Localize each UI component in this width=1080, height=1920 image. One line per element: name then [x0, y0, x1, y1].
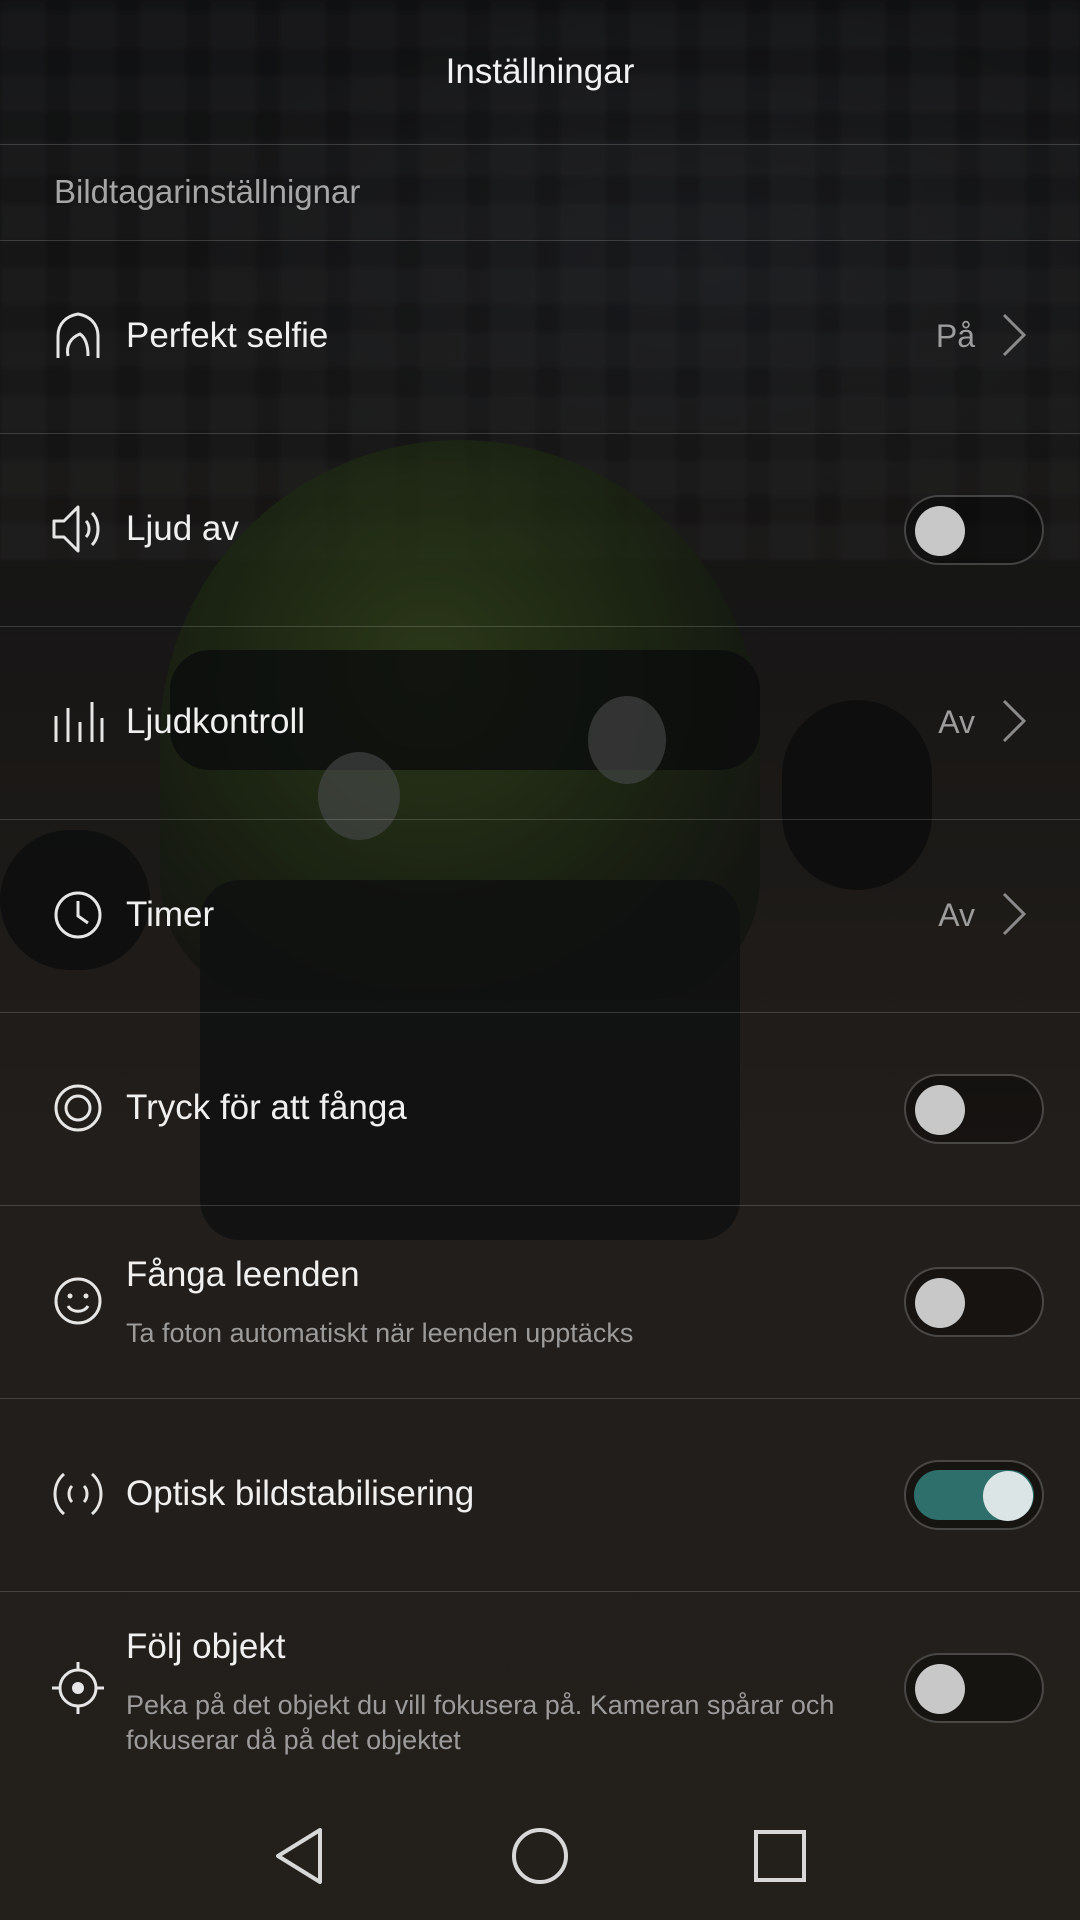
- setting-row-mute[interactable]: Ljud av: [0, 433, 1080, 626]
- setting-label: Ljud av: [126, 509, 239, 548]
- home-icon[interactable]: [504, 1820, 576, 1892]
- toggle-knob: [983, 1471, 1033, 1521]
- navigation-bar: [0, 1792, 1080, 1920]
- touch-capture-toggle[interactable]: [904, 1074, 1044, 1144]
- setting-label: Optisk bildstabilisering: [126, 1474, 475, 1513]
- speaker-icon: [52, 505, 100, 553]
- stabilization-icon: [53, 1472, 103, 1516]
- optical-stabilization-toggle[interactable]: [904, 1460, 1044, 1530]
- chevron-right-icon: [1002, 313, 1027, 357]
- chevron-right-icon: [1002, 892, 1027, 936]
- recents-icon[interactable]: [744, 1820, 816, 1892]
- toggle-knob: [915, 1085, 965, 1135]
- setting-value: På: [935, 318, 975, 354]
- setting-value: Av: [938, 704, 975, 740]
- setting-label: Ljudkontroll: [126, 702, 305, 741]
- setting-row-touch-capture[interactable]: Tryck för att fånga: [0, 1012, 1080, 1205]
- smile-icon: [54, 1277, 102, 1325]
- clock-icon: [54, 891, 102, 939]
- setting-label: Timer: [126, 895, 215, 934]
- chevron-right-icon: [1002, 699, 1027, 743]
- page-title: Inställningar: [445, 52, 635, 91]
- setting-description: Ta foton automatiskt när leenden upptäck…: [126, 1318, 634, 1348]
- toggle-knob: [915, 506, 965, 556]
- sound-bars-icon: [54, 702, 104, 742]
- setting-row-optical-stabilization[interactable]: Optisk bildstabilisering: [0, 1398, 1080, 1591]
- setting-label: Följ objekt: [126, 1627, 286, 1666]
- object-tracking-toggle[interactable]: [904, 1653, 1044, 1723]
- setting-label: Perfekt selfie: [126, 316, 329, 355]
- setting-row-smile-capture[interactable]: Fånga leenden Ta foton automatiskt när l…: [0, 1205, 1080, 1398]
- section-title: Bildtagarinställnignar: [54, 173, 361, 210]
- setting-label: Tryck för att fånga: [126, 1088, 407, 1127]
- setting-row-sound-control[interactable]: Ljudkontroll Av: [0, 626, 1080, 819]
- setting-value: Av: [938, 897, 975, 933]
- smile-capture-toggle[interactable]: [904, 1267, 1044, 1337]
- tracking-crosshair-icon: [52, 1662, 104, 1714]
- back-icon[interactable]: [264, 1820, 336, 1892]
- setting-label: Fånga leenden: [126, 1255, 360, 1294]
- mute-toggle[interactable]: [904, 495, 1044, 565]
- selfie-face-icon: [56, 312, 100, 358]
- setting-row-perfect-selfie[interactable]: Perfekt selfie På: [0, 240, 1080, 433]
- capture-target-icon: [54, 1084, 102, 1132]
- setting-row-object-tracking[interactable]: Följ objekt Peka på det objekt du vill f…: [0, 1591, 1080, 1792]
- toggle-knob: [915, 1664, 965, 1714]
- toggle-knob: [915, 1278, 965, 1328]
- setting-row-timer[interactable]: Timer Av: [0, 819, 1080, 1012]
- setting-description: Peka på det objekt du vill fokusera på. …: [126, 1690, 835, 1755]
